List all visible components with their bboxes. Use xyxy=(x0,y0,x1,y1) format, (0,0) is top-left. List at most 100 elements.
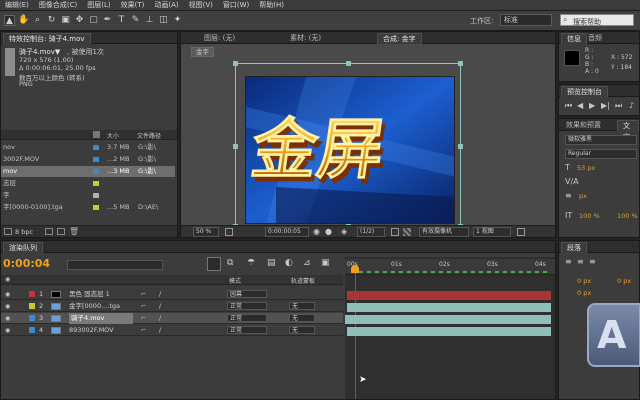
first-frame-icon[interactable]: ⏮ xyxy=(565,101,572,111)
view-layout-select[interactable]: 1 视图 xyxy=(473,227,511,237)
layer-name[interactable]: 金字[0000....tga xyxy=(69,301,133,312)
zoom-tool-icon[interactable]: ⌕ xyxy=(32,15,43,26)
selection-tool-icon[interactable]: ▲ xyxy=(4,15,15,26)
eye-icon[interactable]: ◉ xyxy=(5,289,10,300)
col-mode[interactable]: 模式 xyxy=(229,276,241,285)
mask-tool-icon[interactable]: ▢ xyxy=(88,15,99,26)
space-before[interactable]: 0 px xyxy=(577,289,591,297)
roto-brush-tool-icon[interactable]: ✦ xyxy=(172,15,183,26)
stroke-width-value[interactable]: px xyxy=(579,192,587,200)
pen-tool-icon[interactable]: ✒ xyxy=(102,15,113,26)
current-time[interactable]: 0:00:04 xyxy=(3,257,50,270)
frame-blending-icon[interactable]: ▤ xyxy=(267,258,276,268)
eraser-tool-icon[interactable]: ◫ xyxy=(158,15,169,26)
workspace-select[interactable]: 标准 xyxy=(500,14,552,26)
hand-tool-icon[interactable]: ✋ xyxy=(18,15,29,26)
layer-row[interactable]: ◉ 4 893002F.MOV ⌐ / 正常 无 xyxy=(1,325,343,336)
shy-layers-icon[interactable]: ☂ xyxy=(247,258,255,268)
tab-character[interactable]: 文字 xyxy=(617,120,639,141)
list-item[interactable]: 3002F.MOV ...2 MB G:\影\ xyxy=(1,154,175,165)
timeline-track-area[interactable]: 00s 01s 02s 03s 04s ➤ xyxy=(345,257,555,399)
fx-switch-icon[interactable]: / xyxy=(159,289,161,300)
trash-icon[interactable]: 🗑 xyxy=(69,227,79,236)
label-color-icon[interactable] xyxy=(29,315,35,321)
show-channel-icon[interactable]: ● xyxy=(325,227,332,236)
font-family-select[interactable]: 微软雅黑 xyxy=(565,135,637,145)
clone-stamp-tool-icon[interactable]: ⊥ xyxy=(144,15,155,26)
shy-switch-icon[interactable]: ⌐ xyxy=(141,301,146,312)
new-folder-icon[interactable] xyxy=(45,228,53,235)
handle-top-left[interactable] xyxy=(233,61,238,66)
menu-animation[interactable]: 动画(A) xyxy=(149,0,183,10)
last-frame-icon[interactable]: ⏭ xyxy=(615,101,622,111)
layer-bar[interactable] xyxy=(347,327,551,336)
track-matte-select[interactable]: 无 xyxy=(289,314,315,322)
live-update-icon[interactable]: ▣ xyxy=(321,258,330,268)
rotate-tool-icon[interactable]: ↻ xyxy=(46,15,57,26)
layer-row[interactable]: ◉ 2 金字[0000....tga ⌐ / 正常 无 xyxy=(1,301,343,312)
track-matte-select[interactable]: 无 xyxy=(289,302,315,310)
motion-blur-icon[interactable]: ◐ xyxy=(285,258,293,268)
vertical-scale-value[interactable]: 100 % xyxy=(579,212,600,220)
align-left-icon[interactable]: ≡ xyxy=(565,257,572,266)
shy-switch-icon[interactable]: ⌐ xyxy=(141,325,146,336)
handle-top-right[interactable] xyxy=(458,61,463,66)
menu-view[interactable]: 视图(V) xyxy=(184,0,218,10)
region-of-interest-icon[interactable] xyxy=(391,228,399,236)
eye-icon[interactable]: ◉ xyxy=(5,325,10,336)
camera-tool-icon[interactable]: ▣ xyxy=(60,15,71,26)
tab-audio[interactable]: 音频 xyxy=(583,33,607,44)
fx-switch-icon[interactable]: / xyxy=(159,313,161,324)
layer-bar[interactable] xyxy=(347,291,551,300)
menu-help[interactable]: 帮助(H) xyxy=(254,0,289,10)
tab-footage[interactable]: 素材: (无) xyxy=(285,33,326,44)
bpc-button[interactable]: 8 bpc xyxy=(15,228,33,236)
resolution-select[interactable]: (1/2) xyxy=(357,227,385,237)
mode-select[interactable]: 正常 xyxy=(227,302,267,310)
layer-bar[interactable] xyxy=(345,315,551,324)
mode-select[interactable]: 园幕 xyxy=(227,290,267,298)
layer-name[interactable]: 骑子4.mov xyxy=(69,313,133,324)
shy-switch-icon[interactable]: ⌐ xyxy=(141,313,146,324)
mode-select[interactable]: 正常 xyxy=(227,314,267,322)
tab-layer[interactable]: 图层: (无) xyxy=(199,33,240,44)
layer-bar[interactable] xyxy=(347,303,551,312)
menu-layer[interactable]: 图层(L) xyxy=(82,0,115,10)
playhead-handle[interactable] xyxy=(351,265,359,273)
brush-tool-icon[interactable]: ✎ xyxy=(130,15,141,26)
horizontal-scale-value[interactable]: 100 % xyxy=(617,212,638,220)
layer-row[interactable]: ◉ 3 骑子4.mov ⌐ / 正常 无 xyxy=(1,313,343,324)
list-item[interactable]: 字[0000-0100].tga ...5 MB D:\AE\ xyxy=(1,202,175,213)
label-color-icon[interactable] xyxy=(29,327,35,333)
sub-tab-comp[interactable]: 金字 xyxy=(191,47,214,57)
list-item[interactable]: mov ...3 MB G:\影\ xyxy=(1,166,175,177)
search-help-box[interactable]: ⌕ 搜索帮助 xyxy=(560,14,634,26)
eye-icon[interactable]: ◉ xyxy=(5,301,10,312)
list-item[interactable]: 字 xyxy=(1,190,175,201)
fx-switch-icon[interactable]: / xyxy=(159,301,161,312)
graph-editor-icon[interactable]: ⊿ xyxy=(303,258,311,268)
font-size-value[interactable]: 53 px xyxy=(577,164,595,172)
menu-effect[interactable]: 效果(T) xyxy=(116,0,150,10)
eye-icon[interactable]: ◉ xyxy=(5,313,10,324)
col-track-matte[interactable]: 轨道蒙板 xyxy=(291,276,315,285)
zoom-select[interactable]: 50 % xyxy=(193,227,219,237)
layer-row[interactable]: ◉ 1 黑色 固态层 1 ⌐ / 园幕 xyxy=(1,289,343,300)
play-icon[interactable]: ▶ xyxy=(589,101,595,110)
track-matte-select[interactable]: 无 xyxy=(289,326,315,334)
tab-effects-presets[interactable]: 效果和预置 xyxy=(561,120,606,131)
draft-3d-icon[interactable]: ⧉ xyxy=(227,258,233,268)
safe-zones-icon[interactable] xyxy=(225,228,233,236)
list-item[interactable]: 志层 xyxy=(1,178,175,189)
snapshot-icon[interactable]: ◉ xyxy=(313,227,320,236)
handle-left[interactable] xyxy=(233,144,238,149)
interpret-footage-icon[interactable] xyxy=(4,228,12,235)
tab-preview[interactable]: 预览控制台 xyxy=(561,86,608,97)
prev-frame-icon[interactable]: ◀ xyxy=(577,101,583,110)
layer-name[interactable]: 黑色 固态层 1 xyxy=(69,289,133,300)
handle-right[interactable] xyxy=(458,144,463,149)
handle-top[interactable] xyxy=(346,61,351,66)
align-center-icon[interactable]: ≡ xyxy=(577,257,584,266)
camera-select[interactable]: 有效摄像机 xyxy=(419,227,469,237)
time-ruler[interactable]: 00s 01s 02s 03s 04s xyxy=(345,259,555,275)
